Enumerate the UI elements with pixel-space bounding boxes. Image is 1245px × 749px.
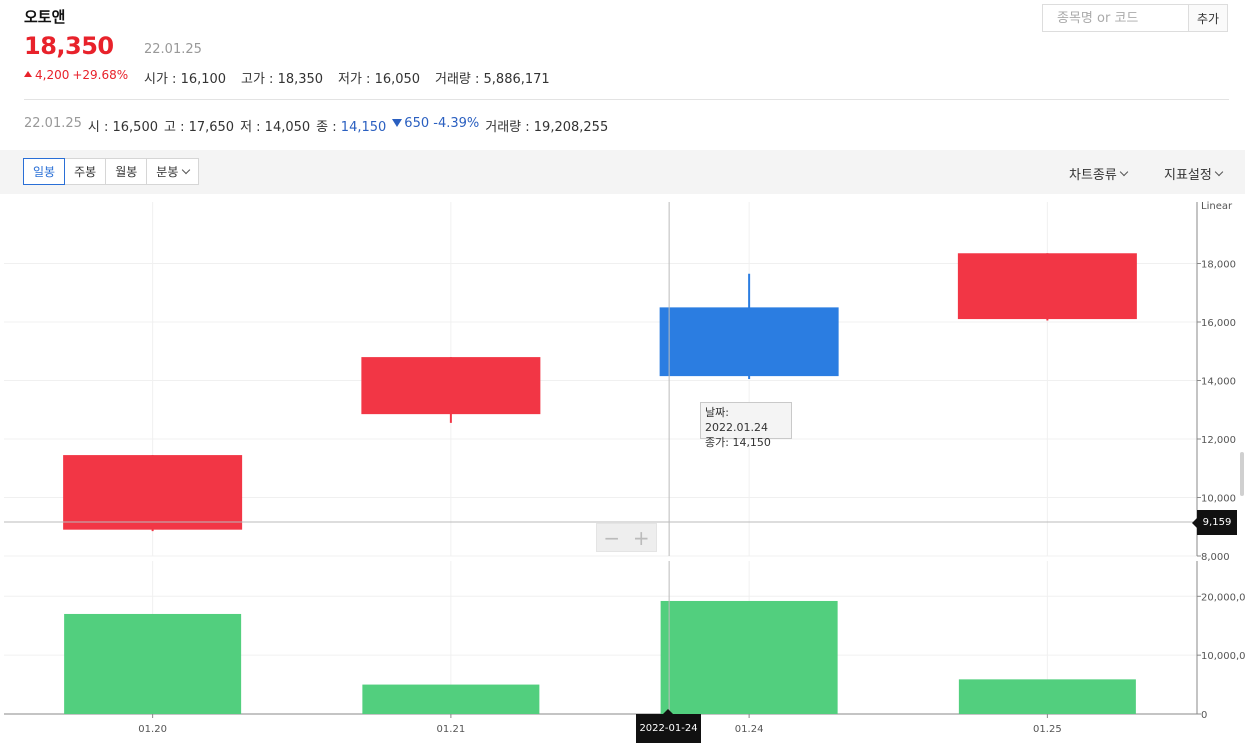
volume-bar [958,679,1136,714]
high-price: 고가 : 18,350 [241,72,324,87]
volume-tick-label: 10,000,000 [1201,651,1245,662]
volume-bar [64,613,242,714]
chart-type-label: 차트종류 [1069,168,1117,183]
period-minute-label: 분봉 [156,165,179,179]
candle-body [659,307,839,377]
volume-tick-label: 20,000,000 [1201,592,1245,603]
scrollbar[interactable] [1240,452,1244,496]
period-selector: 일봉 주봉 월봉 분봉 [23,158,200,185]
candle-body [63,455,243,530]
zoom-out-button[interactable]: − [597,524,627,551]
price-change: 4,200 +29.68% [24,68,128,82]
tooltip-date: 날짜: 2022.01.24 [705,406,768,434]
up-arrow-icon [24,71,32,77]
low-price: 저가 : 16,050 [338,72,421,87]
indicator-menu[interactable]: 지표설정 [1164,164,1224,183]
hover-ohlc-info: 22.01.25 시 : 16,500 고 : 17,650 저 : 14,05… [24,116,608,135]
x-tick-label: 01.24 [735,724,764,735]
down-arrow-icon [392,119,403,127]
zoom-controls: − + [596,523,657,552]
x-tick-label: 01.21 [437,724,466,735]
open-price: 시가 : 16,100 [144,72,227,87]
volume-bar [362,684,540,714]
chevron-down-icon [1214,167,1224,176]
hover-change: 650 -4.39% [392,116,479,135]
price-tick-label: 14,000 [1201,377,1236,388]
chart-toolbar: 일봉 주봉 월봉 분봉 차트종류 지표설정 [0,150,1245,194]
hover-volume: 거래량 : 19,208,255 [485,120,609,135]
x-tick-label: 01.20 [138,724,167,735]
hover-high: 고 : 17,650 [163,120,235,135]
period-weekly-button[interactable]: 주봉 [64,158,107,185]
chevron-down-icon [182,165,191,174]
crosshair-price-badge: 9,159 [1192,510,1237,535]
chart-tooltip: 날짜: 2022.01.24 종가: 14,150 [700,402,792,449]
stock-chart[interactable]: 8,000 10,000 12,000 14,000 16,000 18,000 0 10,0… [0,195,1245,749]
x-tick-label: 01.25 [1033,724,1062,735]
volume: 거래량 : 5,886,171 [435,72,550,87]
chart-type-menu[interactable]: 차트종류 [1069,164,1129,183]
price-tick-label: 18,000 [1201,260,1236,271]
chevron-down-icon [1119,167,1129,176]
header-divider [24,99,1229,100]
current-price: 18,350 [24,32,114,60]
price-date: 22.01.25 [144,42,202,57]
volume-tick-label: 0 [1201,710,1207,721]
stock-search: 추가 [1042,4,1228,32]
crosshair-date-badge: 2022-01-24 [636,709,701,743]
change-percent: +29.68% [72,68,129,82]
change-amount: 4,200 [35,68,70,82]
stock-name: 오토앤 [24,8,66,26]
hover-date: 22.01.25 [24,116,82,131]
hover-close: 종 : 14,150 [316,116,386,135]
candle-body [957,253,1137,320]
search-input[interactable] [1043,5,1188,31]
hover-close-value: 14,150 [340,120,387,135]
period-minute-button[interactable]: 분봉 [146,158,200,185]
hover-close-label: 종 : [316,120,337,135]
price-tick-label: 8,000 [1201,552,1230,563]
candle-body [361,357,541,415]
price-tick-label: 16,000 [1201,318,1236,329]
hover-open: 시 : 16,500 [87,120,158,135]
volume-bar [660,600,838,714]
indicator-label: 지표설정 [1164,168,1212,183]
price-tick-label: 12,000 [1201,435,1236,446]
scale-type-label: Linear [1201,201,1233,212]
hover-low: 저 : 14,050 [240,120,311,135]
price-tick-label: 10,000 [1201,494,1236,505]
hover-change-amount: 650 [404,116,430,131]
period-daily-button[interactable]: 일봉 [23,158,66,185]
hover-change-percent: -4.39% [433,116,480,131]
tooltip-close: 종가: 14,150 [705,436,771,449]
zoom-in-button[interactable]: + [627,524,657,551]
add-button[interactable]: 추가 [1188,5,1227,31]
period-monthly-button[interactable]: 월봉 [105,158,148,185]
